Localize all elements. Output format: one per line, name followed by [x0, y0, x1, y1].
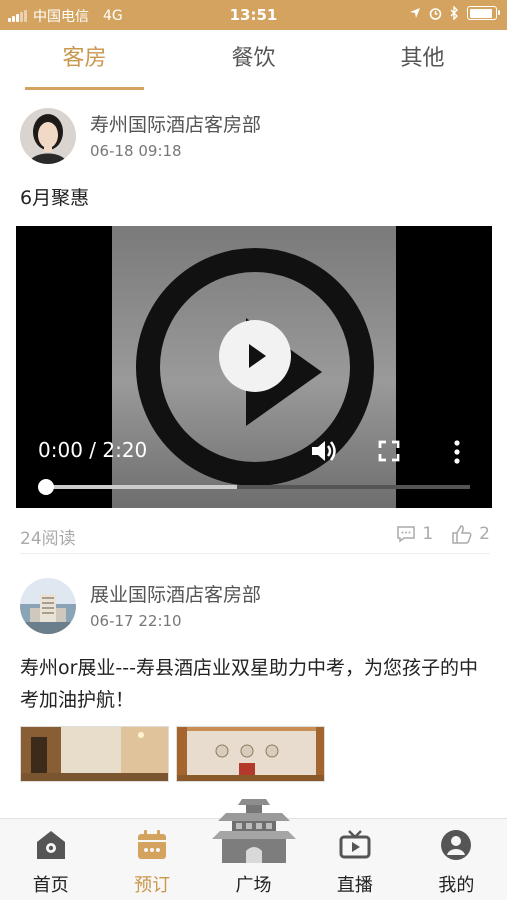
location-arrow-icon	[410, 8, 420, 18]
avatar-portrait-icon	[20, 108, 76, 164]
post-title[interactable]: 6月聚惠	[20, 182, 490, 214]
nav-profile[interactable]: 我的	[406, 819, 507, 900]
tab-dining[interactable]: 餐饮	[169, 30, 338, 92]
nav-home-label: 首页	[32, 875, 69, 896]
post-author[interactable]: 寿州国际酒店客房部	[90, 110, 261, 137]
nav-plaza[interactable]: 广场	[203, 799, 304, 900]
tab-rooms[interactable]: 客房	[0, 30, 169, 92]
play-button[interactable]	[219, 320, 291, 392]
status-right	[409, 6, 500, 20]
video-buffered-bar	[46, 485, 237, 489]
battery-icon	[467, 6, 500, 20]
like-count: 2	[479, 524, 490, 544]
alarm-icon	[429, 7, 442, 20]
battery-fill	[469, 8, 492, 18]
video-player[interactable]: 0:00 / 2:20	[16, 226, 492, 508]
post-time: 06-17 22:10	[90, 612, 182, 630]
video-time: 0:00 / 2:20	[38, 438, 148, 462]
more-options-icon[interactable]	[454, 440, 460, 464]
tab-other[interactable]: 其他	[338, 30, 507, 92]
comment-icon[interactable]	[396, 525, 416, 543]
bluetooth-icon	[450, 6, 458, 20]
post-image-2[interactable]	[176, 726, 325, 782]
post-author[interactable]: 展业国际酒店客房部	[90, 580, 261, 607]
volume-icon[interactable]	[310, 438, 338, 464]
read-count: 24阅读	[20, 529, 76, 549]
avatar[interactable]	[20, 578, 76, 634]
post-image-1[interactable]	[20, 726, 169, 782]
post-meta: 24阅读 1 2	[20, 520, 490, 554]
nav-live-label: 直播	[336, 875, 373, 896]
video-scrubber-handle[interactable]	[38, 479, 54, 495]
nav-plaza-label: 广场	[235, 875, 272, 896]
hotel-corridor-image	[21, 727, 168, 781]
nav-live[interactable]: 直播	[304, 819, 405, 900]
tv-icon	[339, 830, 371, 859]
hotel-building-icon	[20, 578, 76, 634]
nav-booking-label: 预订	[134, 875, 171, 896]
bottom-navigation: 首页 预订 广场 直播 我的	[0, 799, 507, 900]
like-icon[interactable]	[451, 524, 473, 544]
calendar-icon	[138, 830, 167, 859]
video-progress-track[interactable]	[46, 485, 470, 489]
pagoda-icon	[211, 799, 296, 863]
avatar[interactable]	[20, 108, 76, 164]
category-tabs: 客房 餐饮 其他	[0, 30, 507, 92]
post-title[interactable]: 寿州or展业---寿县酒店业双星助力中考，为您孩子的中考加油护航！	[20, 652, 490, 716]
comment-count: 1	[422, 524, 434, 544]
nav-home[interactable]: 首页	[0, 819, 101, 900]
nav-booking[interactable]: 预订	[101, 819, 202, 900]
post-actions: 1 2	[396, 524, 490, 544]
status-bar: 中国电信 4G 13:51	[0, 0, 507, 30]
fullscreen-icon[interactable]	[378, 440, 400, 462]
nav-profile-label: 我的	[438, 875, 475, 896]
hotel-lobby-image	[177, 727, 324, 781]
home-icon	[36, 831, 65, 859]
post-time: 06-18 09:18	[90, 142, 182, 160]
user-icon	[441, 830, 472, 860]
